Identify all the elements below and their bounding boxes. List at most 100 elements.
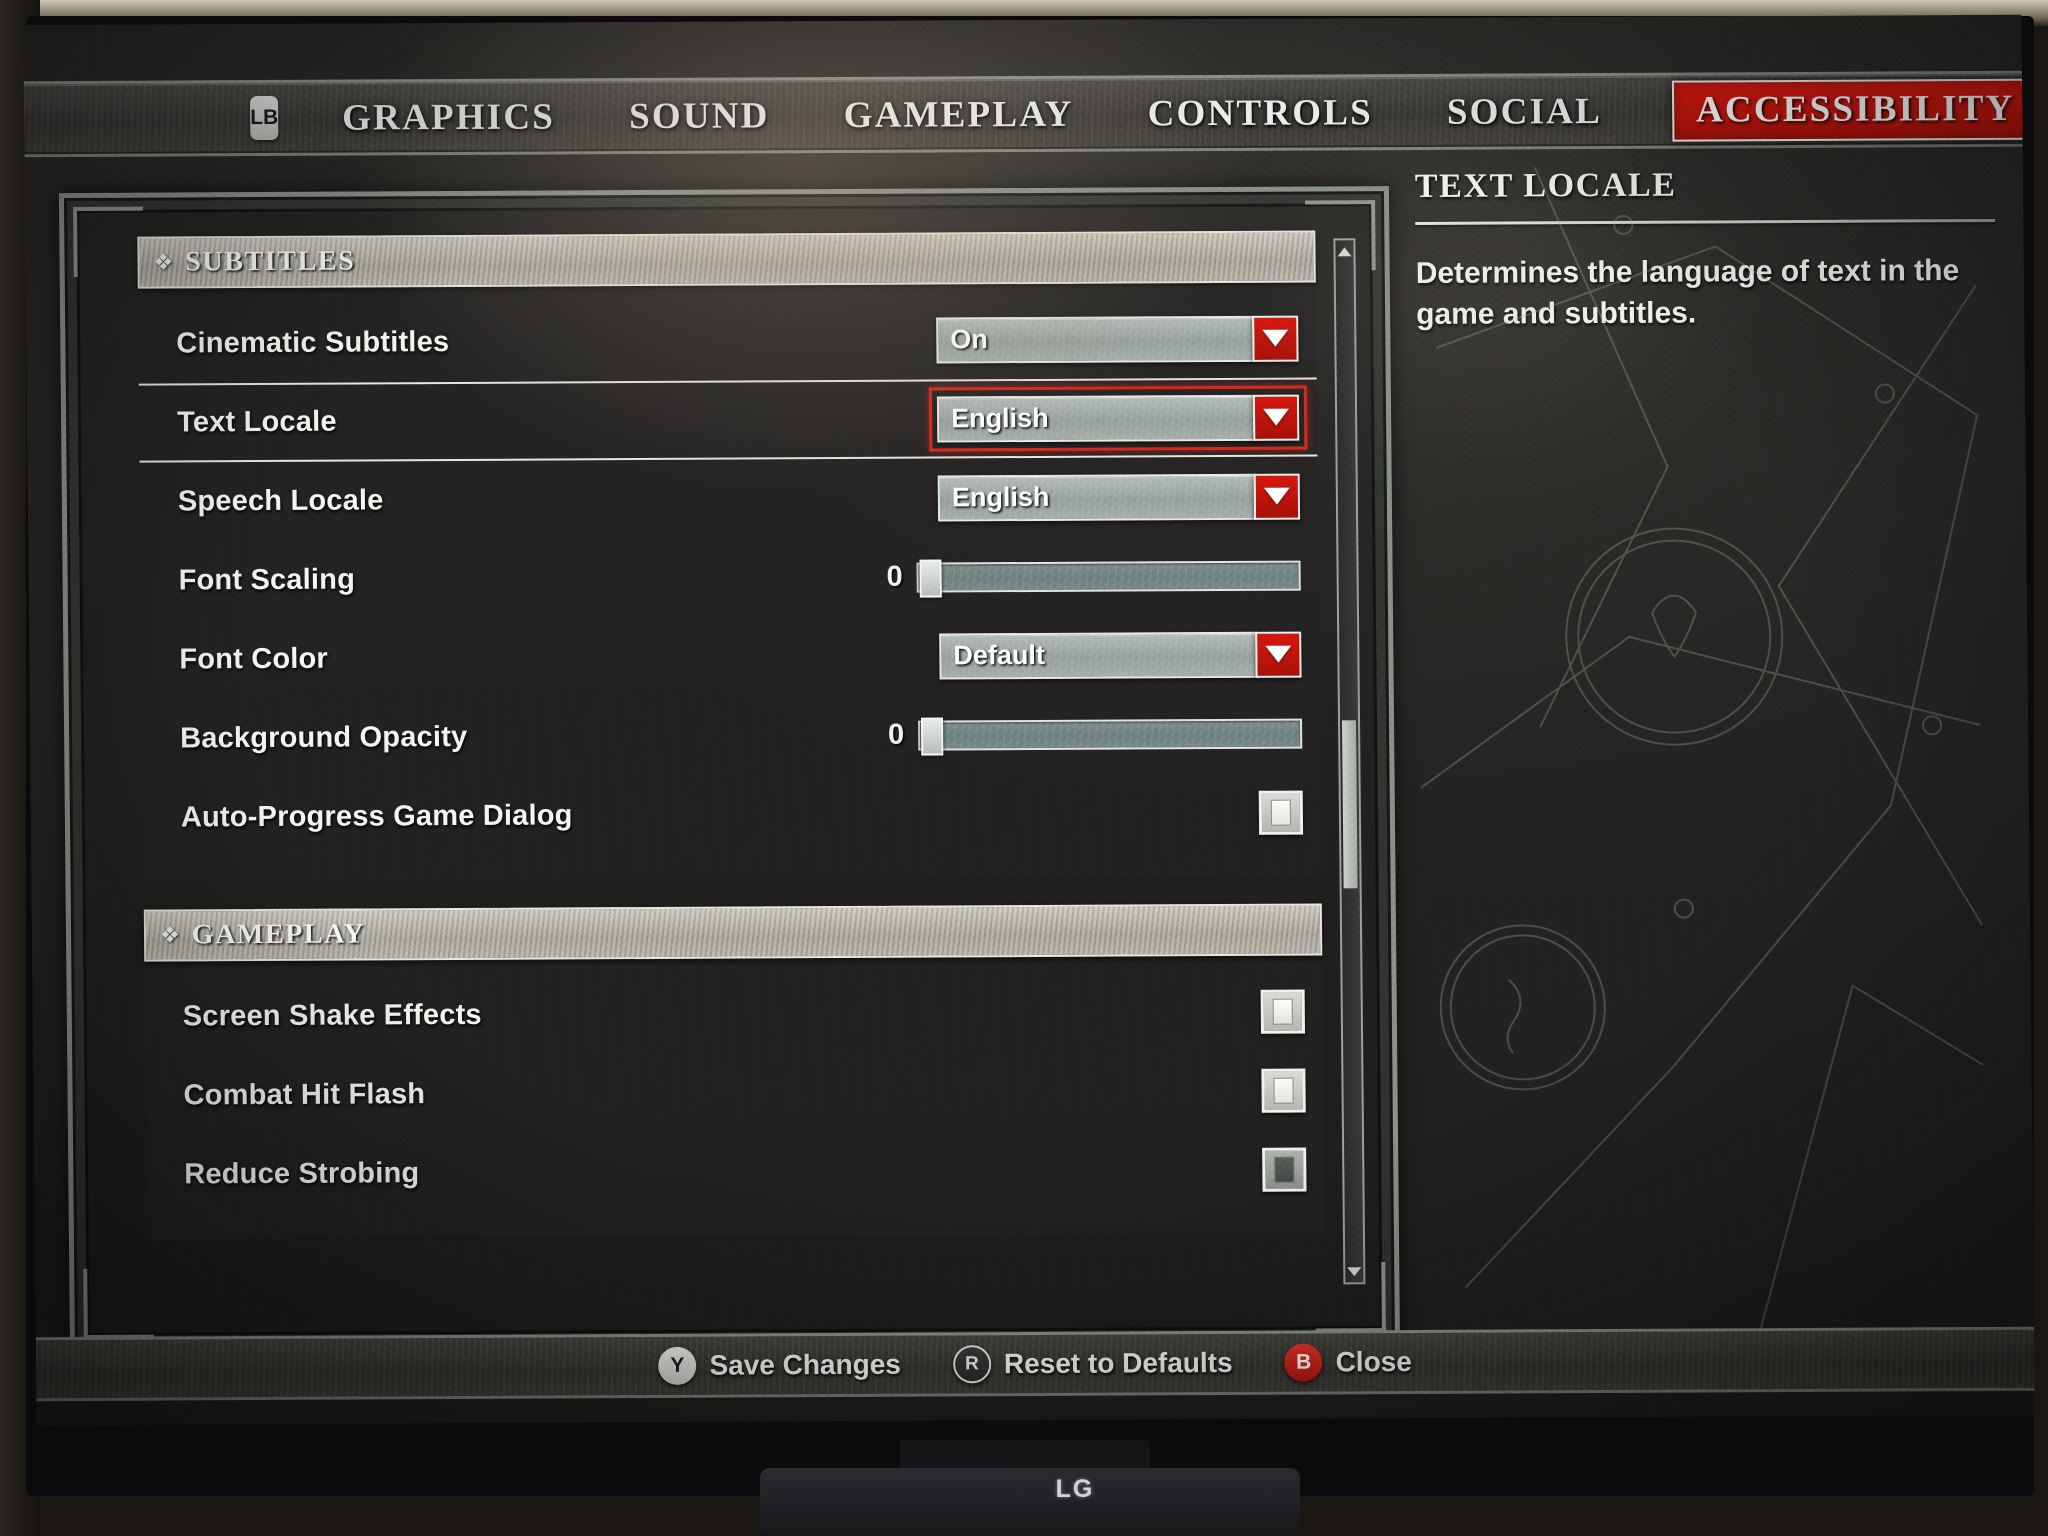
setting-row-reduce-strobing[interactable]: Reduce Strobing	[146, 1129, 1325, 1214]
tab-sound[interactable]: SOUND	[625, 92, 774, 140]
checkbox-fill	[1272, 998, 1293, 1025]
right-stick-icon: R	[952, 1345, 992, 1384]
dropdown-value-box[interactable]: On	[936, 315, 1255, 363]
setting-row-text-locale[interactable]: Text Locale English	[139, 377, 1318, 462]
setting-row-speech-locale[interactable]: Speech Locale English	[139, 456, 1318, 541]
info-detail-panel: TEXT LOCALE Determines the language of t…	[1415, 165, 2006, 1348]
slider-track[interactable]	[917, 716, 1303, 756]
setting-row-font-scaling[interactable]: Font Scaling 0	[140, 535, 1319, 620]
frame-corner-top-left	[73, 206, 144, 278]
chevron-down-icon[interactable]	[1252, 315, 1299, 362]
setting-row-screen-shake-effects[interactable]: Screen Shake Effects	[144, 971, 1323, 1056]
setting-label: Auto-Progress Game Dialog	[180, 799, 573, 834]
setting-row-background-opacity[interactable]: Background Opacity 0	[142, 693, 1321, 778]
setting-control: On	[936, 315, 1299, 363]
section-body-subtitles: Cinematic Subtitles On Text Locale Engli…	[137, 288, 1322, 882]
checkbox-screen-shake-effects[interactable]	[1260, 989, 1306, 1034]
tab-controls[interactable]: CONTROLS	[1143, 89, 1377, 137]
setting-label: Reduce Strobing	[184, 1157, 420, 1191]
slider-handle[interactable]	[919, 558, 942, 598]
setting-control: 0	[880, 558, 1301, 598]
dropdown-speech-locale[interactable]: English	[937, 473, 1301, 521]
setting-label: Background Opacity	[179, 720, 468, 755]
scroll-down-arrow-icon[interactable]	[1345, 1261, 1363, 1281]
settings-list-panel: ❖ SUBTITLES Cinematic Subtitles On Text …	[58, 186, 1401, 1354]
dropdown-font-color[interactable]: Default	[939, 631, 1302, 679]
dropdown-cinematic-subtitles[interactable]: On	[936, 315, 1299, 363]
tab-graphics[interactable]: GRAPHICS	[338, 93, 559, 141]
monitor-brand-logo: LG	[1055, 1475, 1095, 1503]
button-y-icon: Y	[658, 1346, 697, 1385]
setting-row-combat-hit-flash[interactable]: Combat Hit Flash	[145, 1050, 1324, 1135]
checkbox-combat-hit-flash[interactable]	[1261, 1068, 1306, 1113]
section-body-gameplay: Screen Shake Effects Combat Hit Flash Re…	[144, 961, 1325, 1239]
hint-save-changes[interactable]: Y Save Changes	[658, 1346, 901, 1385]
scroll-up-arrow-icon[interactable]	[1335, 241, 1353, 261]
left-bumper-button[interactable]: LB	[249, 95, 279, 141]
slider-handle[interactable]	[920, 716, 944, 756]
button-b-icon: B	[1284, 1343, 1323, 1382]
tab-list: GRAPHICS SOUND GAMEPLAY CONTROLS SOCIAL …	[338, 78, 2035, 148]
checkbox-fill	[1270, 799, 1292, 826]
slider-value: 0	[886, 560, 903, 593]
setting-control: Default	[939, 631, 1302, 679]
section-ornament-icon: ❖	[153, 249, 174, 275]
setting-label: Text Locale	[176, 405, 337, 439]
decorative-map-etching	[1415, 165, 2006, 1348]
dropdown-value: English	[951, 481, 1050, 513]
setting-label: Font Color	[179, 642, 329, 676]
dropdown-value-box[interactable]: English	[936, 394, 1256, 442]
action-hint-bar: Y Save Changes R Reset to Defaults B Clo…	[35, 1326, 2035, 1402]
hint-label: Reset to Defaults	[1003, 1346, 1233, 1380]
info-panel-description: Determines the language of text in the g…	[1415, 254, 1960, 332]
scrollbar-thumb[interactable]	[1342, 720, 1358, 889]
checkbox-auto-progress-game-dialog[interactable]	[1258, 790, 1304, 835]
photographed-room: LB GRAPHICS SOUND GAMEPLAY CONTROLS SOCI…	[0, 0, 2048, 1536]
frame-corner-bottom-left	[83, 1268, 154, 1339]
setting-control: English	[928, 385, 1308, 452]
slider-track[interactable]	[916, 558, 1301, 598]
setting-control: English	[937, 473, 1301, 521]
checkbox-fill	[1274, 1156, 1295, 1183]
dropdown-value-box[interactable]: English	[937, 473, 1257, 521]
setting-label: Font Scaling	[178, 563, 356, 597]
dropdown-value: Default	[953, 639, 1046, 671]
setting-control	[1258, 790, 1304, 835]
dropdown-value-box[interactable]: Default	[939, 631, 1258, 679]
section-title-label: SUBTITLES	[185, 245, 356, 278]
setting-control	[1260, 989, 1306, 1034]
dropdown-value: On	[950, 324, 988, 355]
settings-tab-bar: LB GRAPHICS SOUND GAMEPLAY CONTROLS SOCI…	[23, 70, 2035, 158]
info-panel-divider	[1415, 218, 1996, 225]
setting-row-cinematic-subtitles[interactable]: Cinematic Subtitles On	[138, 298, 1317, 383]
game-settings-screen: LB GRAPHICS SOUND GAMEPLAY CONTROLS SOCI…	[23, 14, 2035, 1426]
tab-accessibility[interactable]: ACCESSIBILITY	[1671, 78, 2035, 142]
tab-social[interactable]: SOCIAL	[1443, 87, 1607, 135]
setting-label: Combat Hit Flash	[183, 1078, 426, 1112]
settings-scroll-content: ❖ SUBTITLES Cinematic Subtitles On Text …	[137, 230, 1325, 1306]
chevron-down-icon[interactable]	[1255, 631, 1302, 678]
slider-background-opacity[interactable]: 0	[882, 716, 1303, 756]
slider-font-scaling[interactable]: 0	[880, 558, 1301, 598]
dropdown-value: English	[950, 402, 1049, 434]
setting-label: Screen Shake Effects	[182, 998, 482, 1033]
setting-row-font-color[interactable]: Font Color Default	[141, 614, 1320, 699]
setting-control	[1262, 1147, 1307, 1192]
hint-label: Save Changes	[709, 1348, 902, 1381]
checkbox-fill	[1273, 1077, 1294, 1104]
tab-gameplay[interactable]: GAMEPLAY	[839, 90, 1077, 138]
info-panel-title: TEXT LOCALE	[1414, 166, 1677, 205]
hint-close[interactable]: B Close	[1284, 1343, 1412, 1382]
chevron-down-icon[interactable]	[1253, 473, 1301, 520]
checkbox-reduce-strobing[interactable]	[1262, 1147, 1307, 1192]
dropdown-text-locale[interactable]: English	[928, 385, 1308, 452]
chevron-down-icon[interactable]	[1252, 394, 1300, 441]
setting-control	[1261, 1068, 1306, 1113]
section-title-label: GAMEPLAY	[191, 918, 366, 951]
setting-control: 0	[882, 716, 1303, 756]
section-header-subtitles: ❖ SUBTITLES	[137, 230, 1316, 289]
setting-row-auto-progress-game-dialog[interactable]: Auto-Progress Game Dialog	[143, 772, 1322, 857]
section-ornament-icon: ❖	[159, 922, 180, 948]
hint-reset-to-defaults[interactable]: R Reset to Defaults	[952, 1344, 1233, 1384]
setting-label: Speech Locale	[177, 484, 384, 518]
